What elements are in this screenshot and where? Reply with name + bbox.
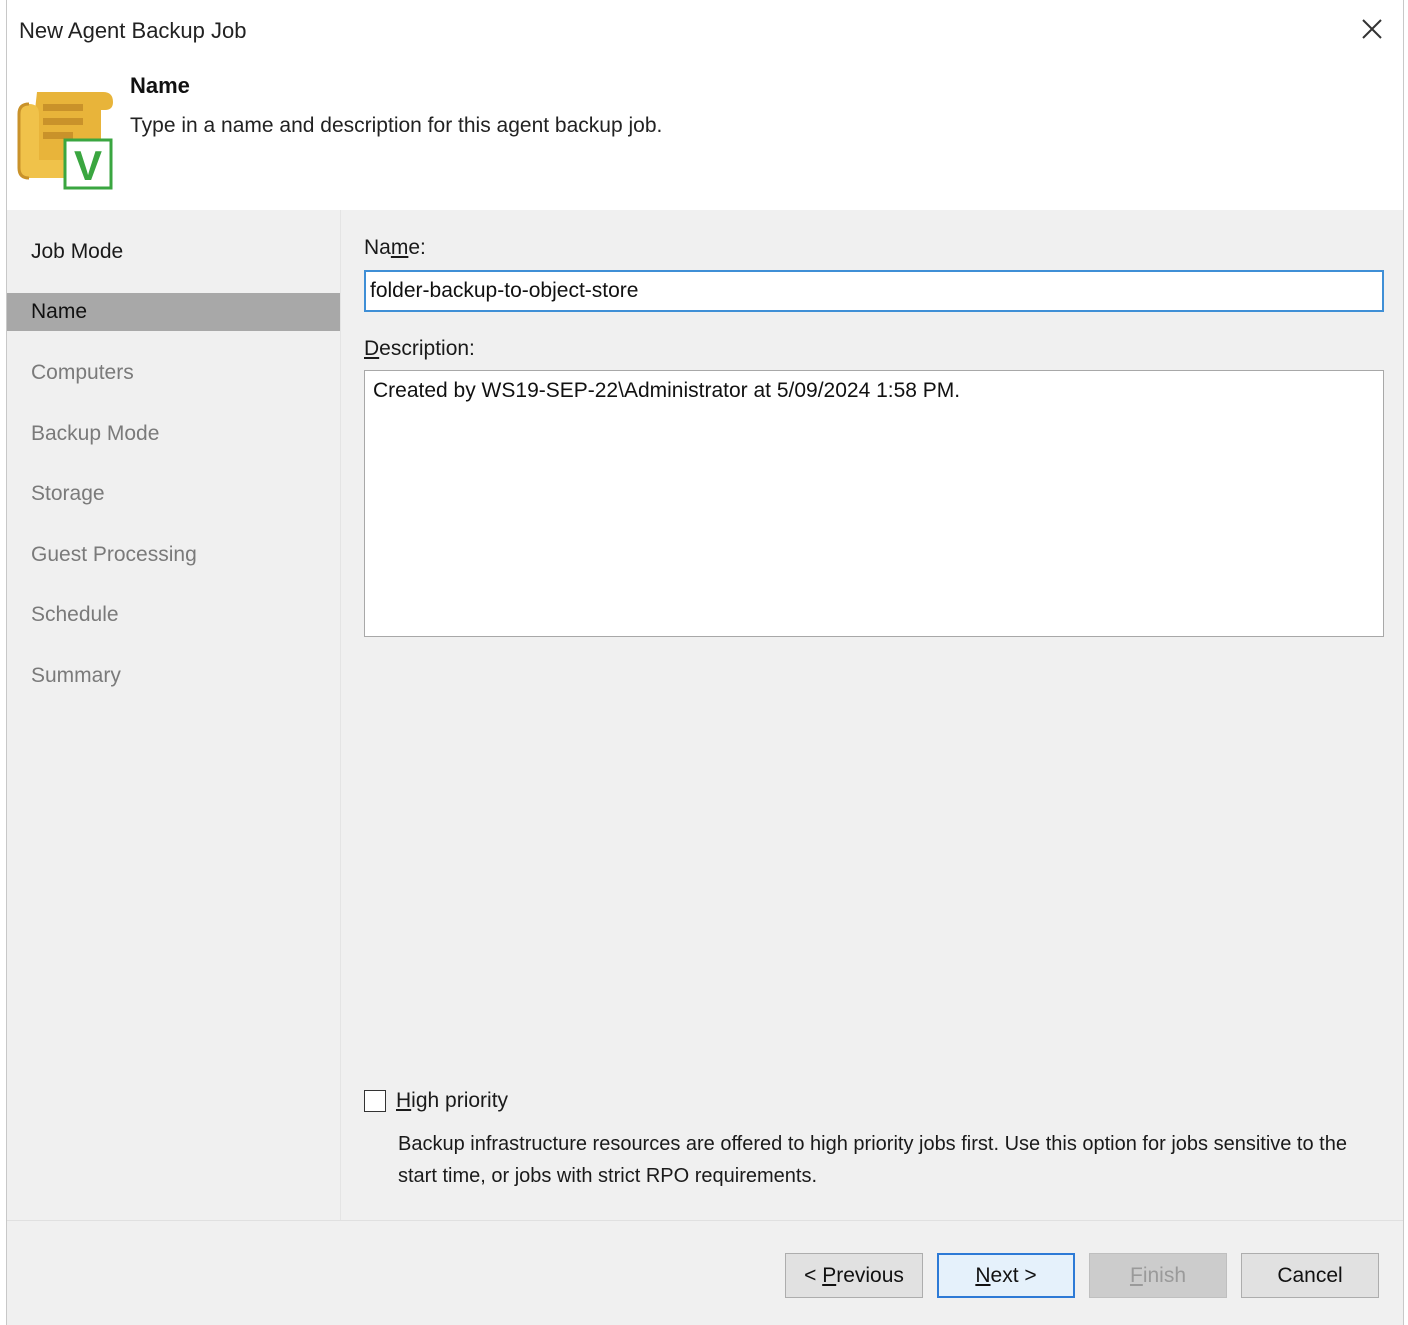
job-name-input[interactable] (364, 270, 1384, 312)
high-priority-label[interactable]: High priority (396, 1089, 508, 1113)
high-priority-accelerator: H (396, 1089, 412, 1112)
finish-button-accelerator: F (1129, 1263, 1143, 1287)
description-label-post: escription: (379, 337, 475, 360)
step-schedule[interactable]: Schedule (7, 596, 340, 634)
next-button-accelerator: N (975, 1263, 991, 1287)
header-icon-letter: V (74, 142, 102, 189)
high-priority-hint: Backup infrastructure resources are offe… (398, 1133, 1347, 1187)
finish-button: Finish (1089, 1253, 1227, 1298)
step-computers[interactable]: Computers (7, 354, 340, 392)
close-button[interactable] (1357, 14, 1387, 44)
page-title: Name (130, 73, 190, 98)
step-storage[interactable]: Storage (7, 475, 340, 513)
step-guest-processing[interactable]: Guest Processing (7, 536, 340, 574)
job-description-textarea[interactable]: Created by WS19-SEP-22\Administrator at … (364, 370, 1384, 637)
step-backup-mode[interactable]: Backup Mode (7, 415, 340, 453)
description-label: Description: (364, 337, 475, 361)
window-title: New Agent Backup Job (19, 18, 247, 43)
footer-divider (7, 1220, 1403, 1221)
step-job-mode[interactable]: Job Mode (7, 233, 340, 271)
page-subtitle: Type in a name and description for this … (130, 114, 663, 137)
name-label-accelerator: m (390, 236, 409, 259)
step-name[interactable]: Name (7, 293, 340, 331)
next-button-post: ext > (990, 1263, 1037, 1287)
high-priority-checkbox[interactable] (364, 1090, 386, 1112)
wizard-steps-sidebar: Job Mode Name Computers Backup Mode Stor… (7, 210, 340, 1220)
previous-button-post: revious (836, 1263, 904, 1287)
name-label-pre: Na (364, 236, 391, 259)
veeam-job-scroll-icon: V (17, 92, 113, 190)
step-summary[interactable]: Summary (7, 657, 340, 695)
previous-button[interactable]: < Previous (785, 1253, 923, 1298)
title-bar: New Agent Backup Job (7, 0, 1403, 62)
previous-button-pre: < (804, 1263, 823, 1287)
previous-button-accelerator: P (822, 1263, 837, 1287)
wizard-window: New Agent Backup Job V Name Type in a na… (6, 0, 1404, 1325)
sidebar-divider (340, 210, 341, 1220)
high-priority-label-post: igh priority (411, 1089, 509, 1112)
next-button[interactable]: Next > (937, 1253, 1075, 1298)
finish-button-post: inish (1142, 1263, 1187, 1287)
name-label-post: e: (408, 236, 426, 259)
close-icon (1362, 19, 1382, 39)
wizard-header: V Name Type in a name and description fo… (7, 62, 1403, 210)
cancel-button[interactable]: Cancel (1241, 1253, 1379, 1298)
description-label-accelerator: D (364, 337, 380, 360)
name-label: Name: (364, 236, 426, 260)
